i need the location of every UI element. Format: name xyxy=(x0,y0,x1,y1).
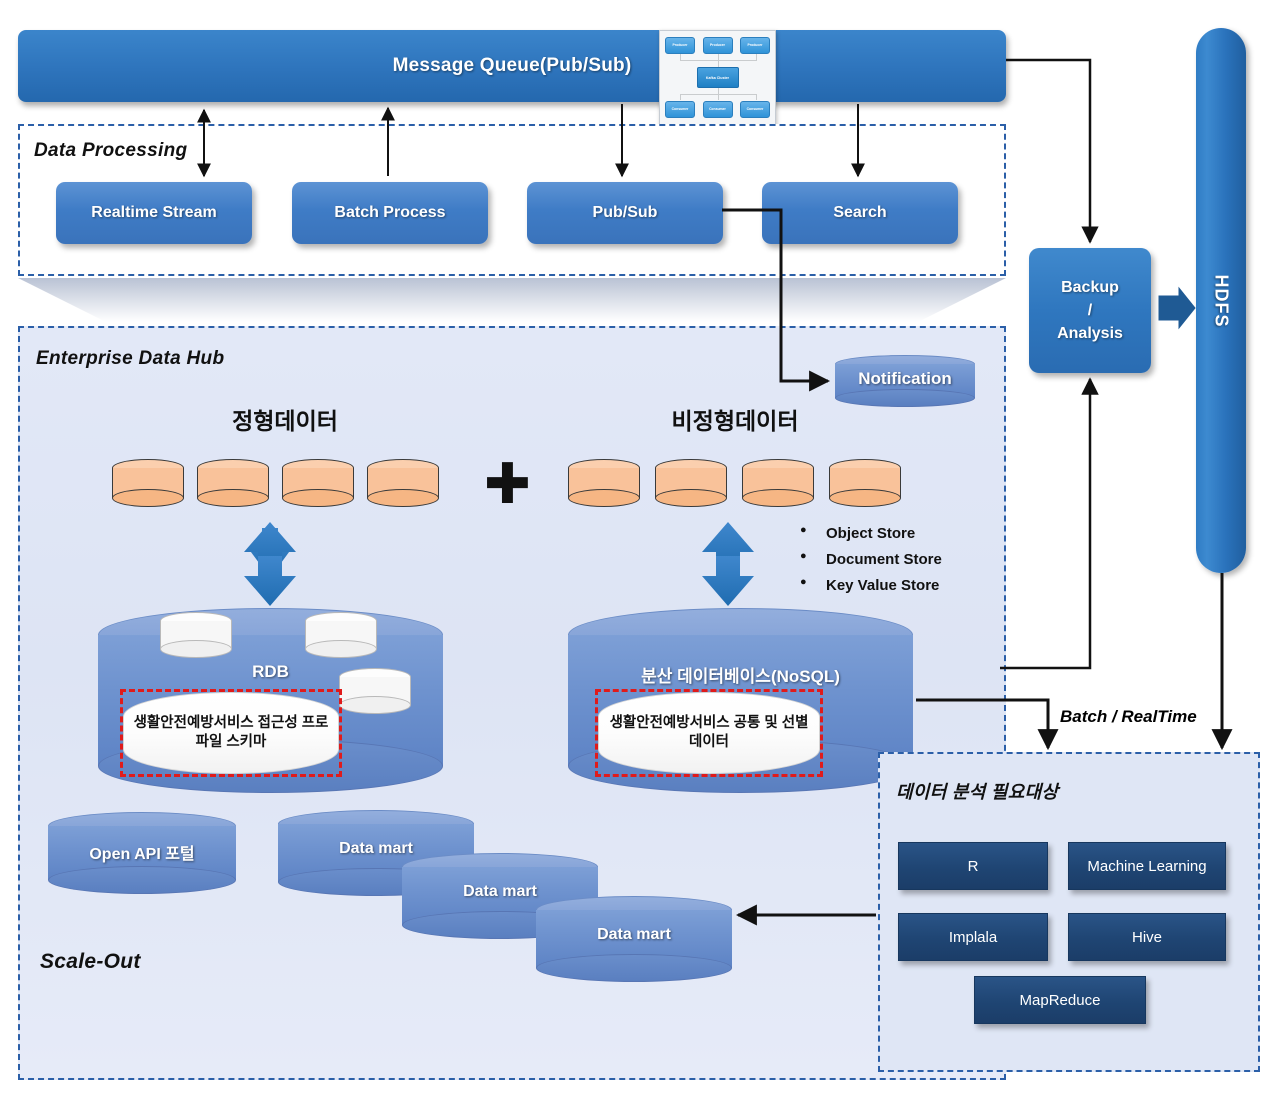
store-types-list: Object Store Document Store Key Value St… xyxy=(800,524,942,603)
unstructured-cylinder-4 xyxy=(829,459,901,507)
backup-analysis-box[interactable]: Backup / Analysis xyxy=(1029,248,1151,373)
realtime-stream-label: Realtime Stream xyxy=(91,204,217,221)
store-type-document: Document Store xyxy=(800,550,942,568)
analysis-panel-title: 데이터 분석 필요대상 xyxy=(896,782,1059,802)
backup-line-2: / xyxy=(1087,301,1093,319)
pubsub-label: Pub/Sub xyxy=(592,204,658,221)
structured-data-heading: 정형데이터 xyxy=(232,408,338,434)
batch-process-label: Batch Process xyxy=(334,204,446,221)
data-mart-3-label: Data mart xyxy=(597,926,671,943)
plus-icon: ✚ xyxy=(484,452,531,515)
analysis-item-implala[interactable]: Implala xyxy=(898,913,1048,961)
backup-line-1: Backup xyxy=(1061,278,1119,296)
kafka-links-top xyxy=(665,54,770,67)
store-type-object: Object Store xyxy=(800,524,942,542)
hdfs-label: HDFS xyxy=(1211,274,1232,327)
backup-line-3: Analysis xyxy=(1057,325,1123,343)
message-queue-bar[interactable]: Message Queue(Pub/Sub) xyxy=(18,30,1006,102)
arrow-nosql-to-backup xyxy=(1000,377,1099,670)
kafka-consumer-1: Consumer xyxy=(665,101,695,118)
enterprise-data-hub-title: Enterprise Data Hub xyxy=(36,348,225,369)
search-box[interactable]: Search xyxy=(762,182,958,244)
open-api-portal-label: Open API 포털 xyxy=(89,846,195,863)
kafka-consumer-row: Consumer Consumer Consumer xyxy=(665,101,770,118)
nosql-label: 분산 데이터베이스(NoSQL) xyxy=(641,667,840,686)
structured-cylinder-3 xyxy=(282,459,354,507)
analysis-item-implala-label: Implala xyxy=(948,928,998,946)
kafka-producer-2: Producer xyxy=(702,37,733,54)
architecture-diagram: Message Queue(Pub/Sub) Producer Producer… xyxy=(0,0,1264,1106)
analysis-item-r-label: R xyxy=(967,857,979,875)
analysis-item-mapreduce[interactable]: MapReduce xyxy=(974,976,1146,1024)
kafka-links-bottom xyxy=(665,88,770,101)
kafka-consumer-2: Consumer xyxy=(702,101,733,118)
structured-cylinder-4 xyxy=(367,459,439,507)
kafka-producer-row: Producer Producer Producer xyxy=(665,37,770,54)
store-type-keyvalue: Key Value Store xyxy=(800,576,942,594)
open-api-portal-cylinder[interactable]: Open API 포털 xyxy=(48,812,236,894)
batch-process-box[interactable]: Batch Process xyxy=(292,182,488,244)
batch-realtime-edge-label: Batch / RealTime xyxy=(1060,707,1197,726)
rdb-label: RDB xyxy=(252,662,289,681)
analysis-item-hive-label: Hive xyxy=(1131,928,1162,946)
hdfs-bar[interactable]: HDFS xyxy=(1196,28,1246,573)
notification-cylinder[interactable]: Notification xyxy=(835,355,975,407)
nosql-highlight-box: 생활안전예방서비스 공통 및 선별 데이터 xyxy=(595,689,823,777)
rdb-table-icon-2 xyxy=(305,612,377,658)
pubsub-box[interactable]: Pub/Sub xyxy=(527,182,723,244)
unstructured-cylinder-2 xyxy=(655,459,727,507)
rdb-highlight-box: 생활안전예방서비스 접근성 프로파일 스키마 xyxy=(120,689,342,777)
realtime-stream-box[interactable]: Realtime Stream xyxy=(56,182,252,244)
message-queue-label: Message Queue(Pub/Sub) xyxy=(392,55,632,76)
rdb-table-icon-1 xyxy=(160,612,232,658)
structured-cylinder-2 xyxy=(197,459,269,507)
analysis-item-mapreduce-label: MapReduce xyxy=(1019,991,1101,1009)
data-mart-3[interactable]: Data mart xyxy=(536,896,732,982)
arrow-backup-to-hdfs xyxy=(1158,286,1196,330)
analysis-item-machine-learning[interactable]: Machine Learning xyxy=(1068,842,1226,890)
kafka-consumer-3: Consumer xyxy=(740,101,770,118)
search-label: Search xyxy=(833,204,887,221)
rdb-highlight-text: 생활안전예방서비스 접근성 프로파일 스키마 xyxy=(123,692,339,774)
kafka-producer-3: Producer xyxy=(740,37,770,54)
unstructured-cylinder-1 xyxy=(568,459,640,507)
analysis-item-machine-learning-label: Machine Learning xyxy=(1087,857,1207,875)
analysis-item-r[interactable]: R xyxy=(898,842,1048,890)
notification-label: Notification xyxy=(858,369,952,388)
unstructured-cylinder-3 xyxy=(742,459,814,507)
nosql-highlight-text: 생활안전예방서비스 공통 및 선별 데이터 xyxy=(598,692,820,774)
kafka-cluster-node: Kafka Cluster xyxy=(696,67,739,88)
data-processing-title: Data Processing xyxy=(34,140,188,161)
arrow-mq-to-backup xyxy=(1006,58,1099,244)
structured-cylinder-1 xyxy=(112,459,184,507)
analysis-item-hive[interactable]: Hive xyxy=(1068,913,1226,961)
unstructured-data-heading: 비정형데이터 xyxy=(671,408,799,434)
section-funnel-connector xyxy=(18,278,1006,322)
kafka-producer-1: Producer xyxy=(665,37,695,54)
scale-out-label: Scale-Out xyxy=(40,950,141,973)
